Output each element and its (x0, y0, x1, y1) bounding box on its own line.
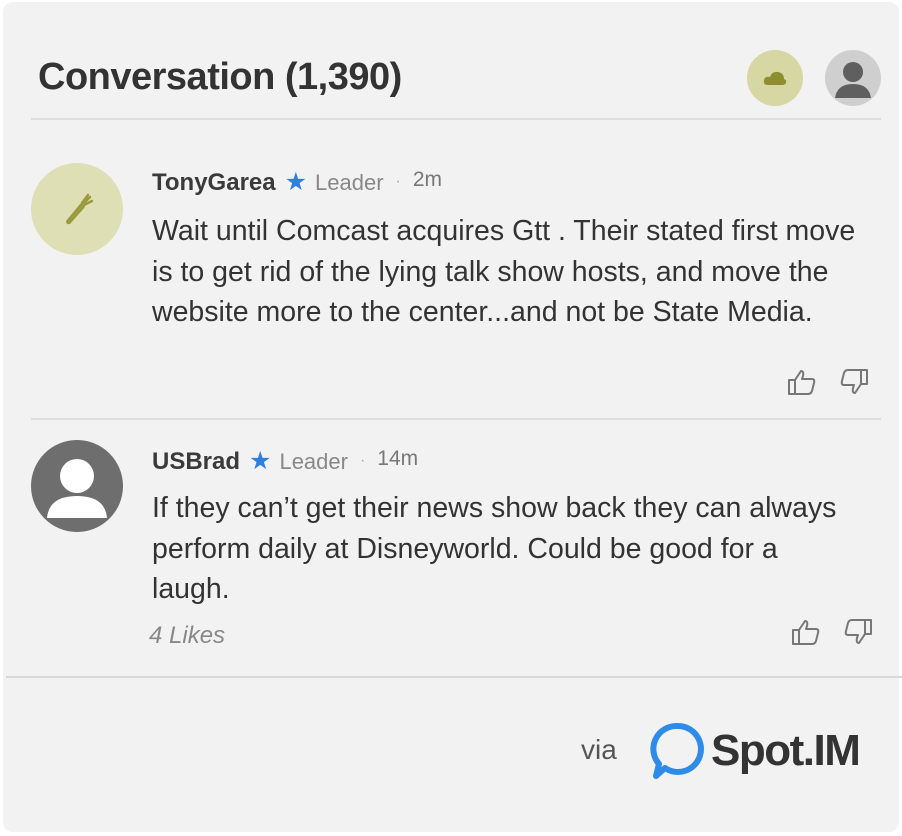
comment-meta: USBrad ★ Leader · 14m (152, 446, 418, 476)
leader-badge: Leader (315, 170, 384, 195)
conversation-header: Conversation (1,390) (31, 42, 881, 120)
comment-meta: TonyGarea ★ Leader · 2m (152, 167, 442, 197)
like-button[interactable] (789, 617, 823, 647)
current-user-avatar-icon[interactable] (825, 50, 881, 106)
likes-count[interactable]: 4 Likes (149, 622, 225, 650)
comment-timestamp: 14m (377, 447, 419, 470)
comment-username[interactable]: TonyGarea (152, 169, 276, 197)
spotim-logo[interactable]: Spot.IM (647, 720, 861, 782)
thumbs-up-icon (788, 370, 816, 395)
comment-item: USBrad ★ Leader · 14m If they can’t get … (31, 420, 881, 655)
comment-timestamp: 2m (412, 168, 443, 191)
comment-text: Wait until Comcast acquires Gtt . Their … (152, 215, 856, 328)
leader-star-icon: ★ (284, 168, 308, 196)
thumbs-down-icon (844, 619, 872, 644)
dislike-button[interactable] (837, 367, 871, 397)
user-avatar[interactable] (31, 440, 123, 532)
conversation-widget: Conversation (1,390) TonyGarea ★ Leader … (3, 2, 902, 832)
like-button[interactable] (785, 367, 819, 397)
user-avatar[interactable] (31, 163, 123, 255)
comment-text: If they can’t get their news show back t… (152, 492, 837, 605)
leader-badge: Leader (279, 449, 348, 474)
meta-separator: · (359, 452, 366, 469)
default-user-icon (47, 459, 107, 518)
comment-item: TonyGarea ★ Leader · 2m Wait until Comca… (31, 137, 881, 420)
speech-bubble-icon (650, 722, 704, 779)
dislike-button[interactable] (841, 617, 875, 647)
thumbs-down-icon (840, 369, 868, 394)
meta-separator: · (395, 173, 401, 190)
thumbs-up-icon (792, 620, 820, 645)
carrot-icon (66, 193, 94, 225)
leader-star-icon: ★ (249, 447, 272, 475)
via-label: via (581, 734, 617, 765)
comment-username[interactable]: USBrad (152, 448, 240, 476)
spotim-brand-text: Spot.IM (711, 726, 861, 775)
notifications-cloud-icon[interactable] (747, 50, 803, 106)
conversation-title: Conversation (1,390) (38, 56, 402, 98)
footer-divider (6, 676, 902, 678)
